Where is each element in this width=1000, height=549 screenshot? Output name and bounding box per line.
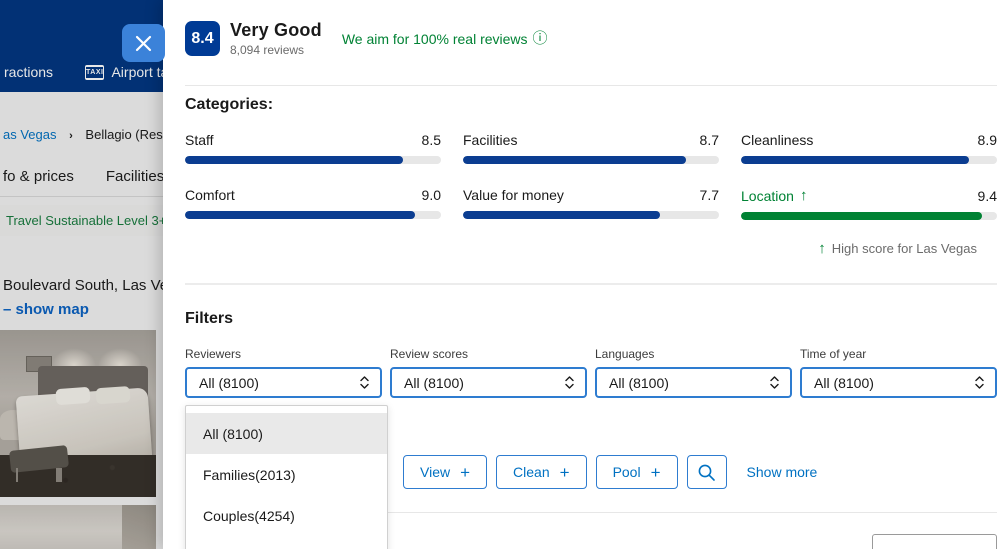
category-staff: Staff 8.5 — [185, 132, 441, 164]
breadcrumb-current: Bellagio (Resort), L — [85, 127, 163, 142]
high-score-note: ↑ High score for Las Vegas — [818, 240, 977, 257]
header-nav: ractions TAXI Airport ta — [0, 60, 163, 84]
select-chevrons-icon — [974, 375, 985, 390]
plus-icon: + — [460, 464, 470, 481]
search-icon — [697, 463, 716, 482]
plus-icon: + — [560, 464, 570, 481]
review-count: 8,094 reviews — [230, 43, 322, 57]
categories-title: Categories: — [185, 96, 273, 114]
time-of-year-select[interactable]: All (8100) — [800, 367, 997, 398]
breadcrumb-separator-icon: › — [69, 130, 73, 142]
up-arrow-icon: ↑ — [800, 187, 808, 204]
category-comfort: Comfort 9.0 — [185, 187, 441, 220]
search-button[interactable] — [687, 455, 727, 489]
topic-filter-chips: View + Clean + Pool + Show more — [403, 455, 817, 489]
category-bar — [741, 212, 997, 220]
breadcrumb-link-las-vegas[interactable]: as Vegas — [3, 127, 57, 142]
sort-select[interactable] — [872, 534, 997, 549]
chip-clean[interactable]: Clean + — [496, 455, 587, 489]
category-location: Location↑ 9.4 — [741, 187, 997, 220]
screen: ractions TAXI Airport ta as Vegas › Bell… — [0, 0, 1000, 549]
review-scores-select[interactable]: All (8100) — [390, 367, 587, 398]
reviews-modal: 8.4 Very Good 8,094 reviews We aim for 1… — [163, 0, 1000, 549]
category-bar — [741, 156, 997, 164]
travel-sustainable-label[interactable]: Travel Sustainable Level 3+ — [6, 213, 166, 228]
select-chevrons-icon — [359, 375, 370, 390]
category-bar — [185, 156, 441, 164]
dropdown-review-scores: Review scores All (8100) — [390, 347, 587, 398]
show-more-button[interactable]: Show more — [747, 464, 818, 480]
reviewers-select[interactable]: All (8100) — [185, 367, 382, 398]
review-score-badge: 8.4 — [185, 21, 220, 56]
close-icon — [135, 35, 152, 52]
tabs-divider — [0, 196, 163, 197]
dropdown-option-couples[interactable]: Couples(4254) — [186, 495, 387, 536]
plus-icon: + — [651, 464, 661, 481]
property-tabs: fo & prices Facilities — [3, 168, 163, 185]
breadcrumb: as Vegas › Bellagio (Resort), L — [3, 127, 163, 142]
divider — [185, 85, 997, 86]
property-address: Boulevard South, Las Vegas — [3, 277, 163, 294]
real-reviews-note: We aim for 100% real reviews ⓘ — [342, 31, 548, 47]
categories-grid: Staff 8.5 Facilities 8.7 Cleanliness 8.9 — [185, 132, 997, 220]
divider — [185, 283, 997, 285]
select-chevrons-icon — [564, 375, 575, 390]
category-facilities: Facilities 8.7 — [463, 132, 719, 164]
category-value-for-money: Value for money 7.7 — [463, 187, 719, 220]
category-bar — [463, 211, 719, 219]
score-word: Very Good — [230, 20, 322, 41]
nav-item-attractions[interactable]: ractions — [4, 64, 53, 80]
dropdown-option-families[interactable]: Families(2013) — [186, 454, 387, 495]
category-bar — [463, 156, 719, 164]
taxi-icon: TAXI — [85, 65, 104, 80]
dropdown-option-all[interactable]: All (8100) — [186, 413, 387, 454]
close-button[interactable] — [122, 24, 165, 62]
chip-view[interactable]: View + — [403, 455, 487, 489]
filters-title: Filters — [185, 310, 233, 328]
dropdown-time-of-year: Time of year All (8100) — [800, 347, 997, 398]
filter-dropdowns: Reviewers All (8100) Review scores All (… — [185, 347, 997, 398]
reviewers-dropdown-panel: All (8100) Families(2013) Couples(4254) — [185, 405, 388, 549]
info-icon[interactable]: ⓘ — [533, 31, 548, 46]
languages-select[interactable]: All (8100) — [595, 367, 792, 398]
nav-item-airport-taxis[interactable]: Airport ta — [111, 64, 168, 80]
tab-info-prices[interactable]: fo & prices — [3, 168, 74, 185]
travel-sustainable-banner: Travel Sustainable Level 3+ — [0, 205, 163, 236]
chip-pool[interactable]: Pool + — [596, 455, 678, 489]
select-chevrons-icon — [769, 375, 780, 390]
tab-facilities[interactable]: Facilities — [106, 168, 164, 185]
show-map-link[interactable]: – show map — [3, 301, 89, 318]
up-arrow-icon: ↑ — [818, 240, 826, 257]
hotel-photo-thumbnail[interactable] — [0, 505, 156, 549]
dropdown-languages: Languages All (8100) — [595, 347, 792, 398]
score-header: 8.4 Very Good 8,094 reviews We aim for 1… — [185, 20, 548, 57]
dropdown-reviewers: Reviewers All (8100) — [185, 347, 382, 398]
hotel-room-photo[interactable] — [0, 330, 156, 497]
category-cleanliness: Cleanliness 8.9 — [741, 132, 997, 164]
category-bar — [185, 211, 441, 219]
background-page: ractions TAXI Airport ta as Vegas › Bell… — [0, 0, 163, 549]
